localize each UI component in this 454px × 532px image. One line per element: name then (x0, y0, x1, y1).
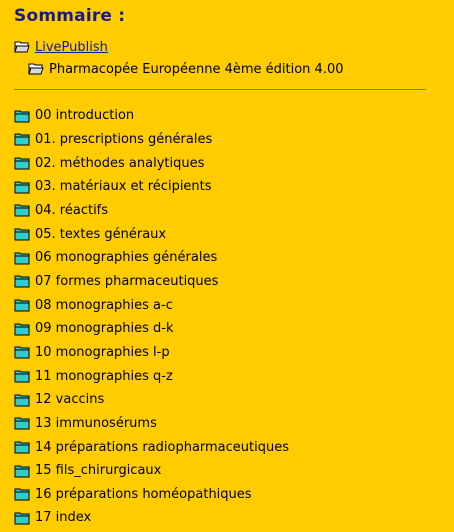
sommaire-title: Sommaire : (14, 6, 126, 26)
folder-icon (14, 227, 30, 241)
list-item-label: 02. méthodes analytiques (35, 155, 205, 171)
divider (14, 89, 426, 90)
list-item-label: 17 index (35, 510, 92, 526)
list-item[interactable]: 12 vaccins (14, 388, 289, 412)
list-item-label: 10 monographies l-p (35, 344, 170, 360)
list-item[interactable]: 10 monographies l-p (14, 341, 289, 365)
list-item-label: 06 monographies générales (35, 250, 218, 266)
list-item-label: 08 monographies a-c (35, 297, 173, 313)
folder-icon (14, 393, 30, 407)
folder-icon (14, 251, 30, 265)
list-item[interactable]: 04. réactifs (14, 199, 289, 223)
folder-icon (14, 274, 30, 288)
folder-icon (14, 109, 30, 123)
folder-icon (14, 440, 30, 454)
list-item[interactable]: 02. méthodes analytiques (14, 151, 289, 175)
list-item[interactable]: 08 monographies a-c (14, 293, 289, 317)
list-item[interactable]: 01. prescriptions générales (14, 128, 289, 152)
list-item-label: 13 immunosérums (35, 415, 157, 431)
list-item[interactable]: 15 fils_chirurgicaux (14, 459, 289, 483)
open-folder-icon (14, 40, 30, 54)
sommaire-panel: Sommaire : LivePublish Pharmacopée Europ… (0, 0, 454, 532)
folder-icon (14, 416, 30, 430)
tree-sub-node[interactable]: Pharmacopée Européenne 4ème édition 4.00 (28, 58, 344, 80)
list-item-label: 03. matériaux et récipients (35, 179, 212, 195)
list-item-label: 12 vaccins (35, 392, 105, 408)
list-item-label: 09 monographies d-k (35, 321, 174, 337)
list-item-label: 00 introduction (35, 108, 135, 124)
list-item-label: 14 préparations radiopharmaceutiques (35, 439, 290, 455)
list-item[interactable]: 09 monographies d-k (14, 317, 289, 341)
list-item[interactable]: 14 préparations radiopharmaceutiques (14, 435, 289, 459)
open-folder-icon (28, 62, 44, 76)
pharmacopee-label: Pharmacopée Européenne 4ème édition 4.00 (49, 61, 344, 77)
list-item[interactable]: 11 monographies q-z (14, 364, 289, 388)
list-item[interactable]: 17 index (14, 506, 289, 530)
list-item[interactable]: 05. textes généraux (14, 222, 289, 246)
folder-icon (14, 156, 30, 170)
folder-icon (14, 511, 30, 525)
list-item[interactable]: 00 introduction (14, 104, 289, 128)
folder-icon (14, 180, 30, 194)
list-item-label: 05. textes généraux (35, 226, 167, 242)
folder-icon (14, 298, 30, 312)
list-item-label: 16 préparations homéopathiques (35, 486, 252, 502)
tree-root[interactable]: LivePublish (14, 36, 108, 58)
chapter-list: 00 introduction 01. prescriptions généra… (14, 104, 289, 530)
list-item-label: 15 fils_chirurgicaux (35, 463, 162, 479)
list-item[interactable]: 16 préparations homéopathiques (14, 483, 289, 507)
folder-icon (14, 203, 30, 217)
folder-icon (14, 345, 30, 359)
folder-icon (14, 487, 30, 501)
list-item-label: 07 formes pharmaceutiques (35, 273, 219, 289)
list-item[interactable]: 03. matériaux et récipients (14, 175, 289, 199)
folder-icon (14, 322, 30, 336)
list-item[interactable]: 06 monographies générales (14, 246, 289, 270)
folder-icon (14, 369, 30, 383)
list-item[interactable]: 13 immunosérums (14, 412, 289, 436)
list-item-label: 04. réactifs (35, 202, 109, 218)
folder-icon (14, 132, 30, 146)
list-item-label: 01. prescriptions générales (35, 131, 213, 147)
list-item[interactable]: 07 formes pharmaceutiques (14, 270, 289, 294)
folder-icon (14, 464, 30, 478)
list-item-label: 11 monographies q-z (35, 368, 173, 384)
livepublish-link[interactable]: LivePublish (35, 40, 108, 55)
